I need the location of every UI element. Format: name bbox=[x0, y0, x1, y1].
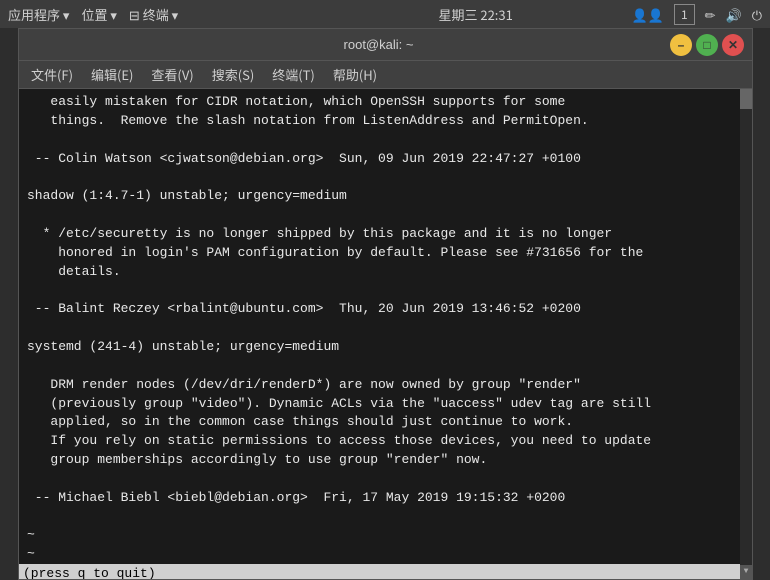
title-bar-controls: – □ ✕ bbox=[670, 34, 744, 56]
close-button[interactable]: ✕ bbox=[722, 34, 744, 56]
terminal-line: -- Balint Reczey <rbalint@ubuntu.com> Th… bbox=[19, 300, 752, 319]
volume-icon[interactable]: 🔊 bbox=[726, 5, 742, 24]
menu-help[interactable]: 帮助(H) bbox=[325, 63, 385, 86]
terminal-menu[interactable]: ⊟ 终端 ▾ bbox=[129, 5, 178, 24]
terminal-line: ~ bbox=[19, 526, 752, 545]
menu-bar: 文件(F) 编辑(E) 查看(V) 搜索(S) 终端(T) 帮助(H) bbox=[19, 61, 752, 89]
terminal-line: ~ bbox=[19, 545, 752, 564]
scrollbar-track[interactable]: ▼ bbox=[740, 89, 752, 579]
terminal-line bbox=[19, 319, 752, 338]
terminal-line bbox=[19, 470, 752, 489]
apps-menu[interactable]: 应用程序 ▾ bbox=[8, 5, 69, 24]
scrollbar-thumb[interactable] bbox=[740, 89, 752, 109]
menu-view[interactable]: 查看(V) bbox=[143, 63, 201, 86]
title-bar: root@kali: ~ – □ ✕ bbox=[19, 29, 752, 61]
terminal-line: systemd (241-4) unstable; urgency=medium bbox=[19, 338, 752, 357]
terminal-line bbox=[19, 508, 752, 527]
edit-icon[interactable]: ✏ bbox=[705, 5, 716, 24]
system-bar-right: 👤👤 1 ✏ 🔊 ⏻ bbox=[632, 4, 762, 25]
terminal-line: -- Michael Biebl <biebl@debian.org> Fri,… bbox=[19, 489, 752, 508]
maximize-button[interactable]: □ bbox=[696, 34, 718, 56]
system-bar-left: 应用程序 ▾ 位置 ▾ ⊟ 终端 ▾ bbox=[8, 5, 320, 24]
terminal-line: group memberships accordingly to use gro… bbox=[19, 451, 752, 470]
terminal-lines: easily mistaken for CIDR notation, which… bbox=[19, 93, 752, 564]
terminal-line bbox=[19, 131, 752, 150]
terminal-line: details. bbox=[19, 263, 752, 282]
status-line: (press q to quit) bbox=[19, 564, 752, 579]
terminal-line: -- Colin Watson <cjwatson@debian.org> Su… bbox=[19, 150, 752, 169]
terminal-line: (previously group "video"). Dynamic ACLs… bbox=[19, 395, 752, 414]
terminal-line bbox=[19, 206, 752, 225]
terminal-window: root@kali: ~ – □ ✕ 文件(F) 编辑(E) 查看(V) 搜索(… bbox=[18, 28, 753, 580]
terminal-line: DRM render nodes (/dev/dri/renderD*) are… bbox=[19, 376, 752, 395]
menu-terminal[interactable]: 终端(T) bbox=[264, 63, 323, 86]
terminal-line: honored in login's PAM configuration by … bbox=[19, 244, 752, 263]
terminal-line: things. Remove the slash notation from L… bbox=[19, 112, 752, 131]
minimize-button[interactable]: – bbox=[670, 34, 692, 56]
menu-file[interactable]: 文件(F) bbox=[23, 63, 81, 86]
terminal-line: applied, so in the common case things sh… bbox=[19, 413, 752, 432]
scrollbar-down-button[interactable]: ▼ bbox=[740, 565, 752, 579]
terminal-line bbox=[19, 168, 752, 187]
menu-search[interactable]: 搜索(S) bbox=[204, 63, 263, 86]
system-bar: 应用程序 ▾ 位置 ▾ ⊟ 终端 ▾ 星期三 22:31 👤👤 1 ✏ 🔊 ⏻ bbox=[0, 0, 770, 28]
terminal-line bbox=[19, 357, 752, 376]
terminal-content[interactable]: easily mistaken for CIDR notation, which… bbox=[19, 89, 752, 579]
terminal-line: If you rely on static permissions to acc… bbox=[19, 432, 752, 451]
menu-edit[interactable]: 编辑(E) bbox=[83, 63, 141, 86]
system-bar-clock: 星期三 22:31 bbox=[320, 5, 632, 24]
workspace-indicator: 1 bbox=[674, 4, 695, 25]
people-icon: 👤👤 bbox=[632, 5, 664, 24]
title-bar-title: root@kali: ~ bbox=[87, 37, 670, 52]
terminal-line: * /etc/securetty is no longer shipped by… bbox=[19, 225, 752, 244]
power-icon[interactable]: ⏻ bbox=[752, 5, 762, 24]
terminal-line bbox=[19, 281, 752, 300]
terminal-line: shadow (1:4.7-1) unstable; urgency=mediu… bbox=[19, 187, 752, 206]
terminal-line: easily mistaken for CIDR notation, which… bbox=[19, 93, 752, 112]
places-menu[interactable]: 位置 ▾ bbox=[81, 5, 116, 24]
